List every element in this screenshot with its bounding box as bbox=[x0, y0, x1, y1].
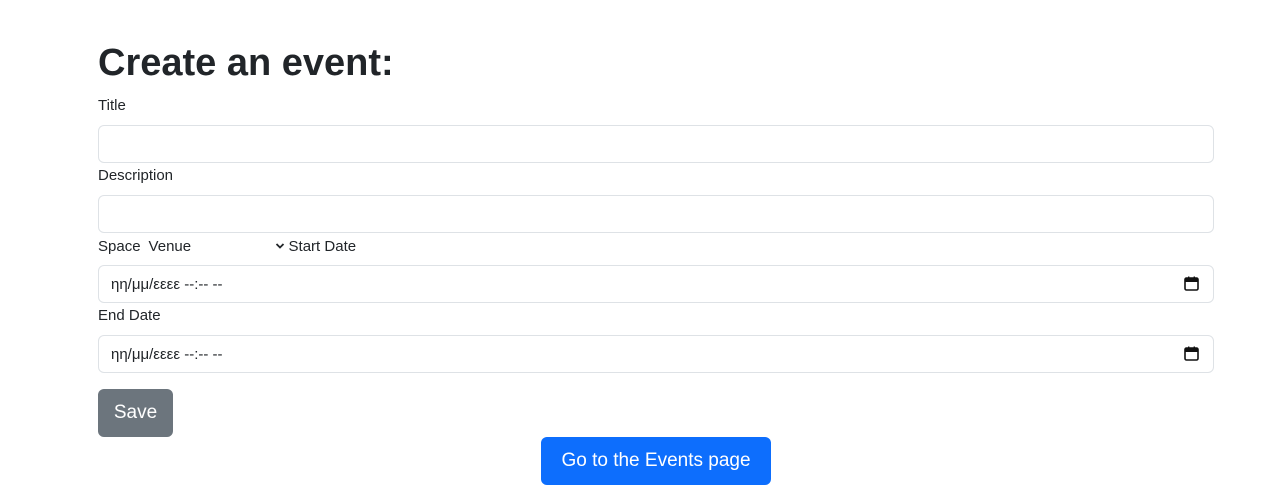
save-button[interactable]: Save bbox=[98, 389, 173, 437]
chevron-down-icon bbox=[275, 243, 284, 249]
space-row: Space Venue Start Date bbox=[98, 236, 356, 256]
space-select[interactable]: Venue bbox=[149, 238, 285, 255]
calendar-icon[interactable] bbox=[1184, 346, 1199, 361]
start-date-value: ηη/μμ/εεεε --:-- -- bbox=[111, 275, 223, 293]
end-date-label: End Date bbox=[98, 307, 161, 324]
space-label: Space bbox=[98, 237, 141, 255]
title-label: Title bbox=[98, 97, 126, 114]
page-title: Create an event: bbox=[98, 42, 394, 84]
description-label: Description bbox=[98, 167, 174, 184]
events-page-button[interactable]: Go to the Events page bbox=[541, 437, 771, 485]
calendar-icon[interactable] bbox=[1184, 276, 1199, 291]
end-date-value: ηη/μμ/εεεε --:-- -- bbox=[111, 345, 223, 363]
start-date-input[interactable]: ηη/μμ/εεεε --:-- -- bbox=[98, 265, 1214, 303]
start-date-label: Start Date bbox=[288, 237, 357, 255]
end-date-input[interactable]: ηη/μμ/εεεε --:-- -- bbox=[98, 335, 1214, 373]
space-select-value: Venue bbox=[148, 237, 192, 255]
description-input[interactable] bbox=[98, 195, 1214, 233]
title-input[interactable] bbox=[98, 125, 1214, 163]
